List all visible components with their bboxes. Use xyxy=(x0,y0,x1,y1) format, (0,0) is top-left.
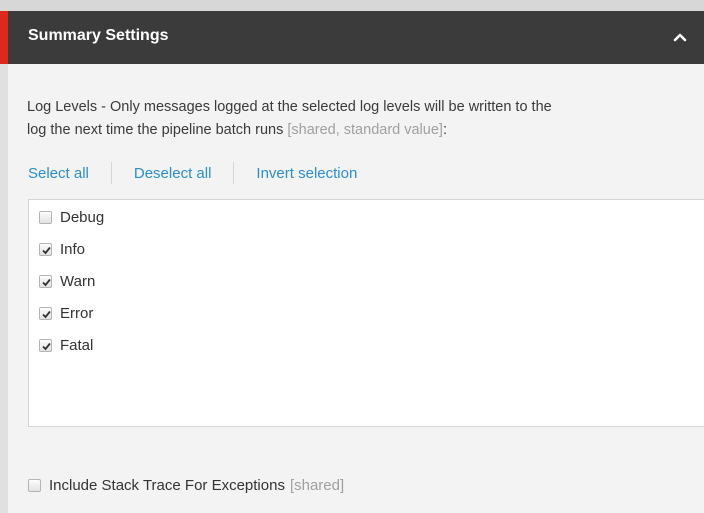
log-levels-description: Log Levels - Only messages logged at the… xyxy=(27,96,704,142)
invert-selection-link[interactable]: Invert selection xyxy=(256,165,357,182)
description-colon: : xyxy=(442,122,447,138)
select-all-link[interactable]: Select all xyxy=(28,165,89,182)
field-hint: [shared] xyxy=(289,477,345,494)
selection-actions: Select all Deselect all Invert selection xyxy=(28,162,357,184)
option-label: Debug xyxy=(60,209,105,226)
checkbox[interactable] xyxy=(39,275,52,288)
section-header[interactable]: Summary Settings xyxy=(0,11,704,64)
checkbox[interactable] xyxy=(39,243,52,256)
log-levels-checklist[interactable]: Debug Info Warn Error Fatal xyxy=(28,199,704,427)
description-line-1: Log Levels - Only messages logged at the… xyxy=(27,99,552,115)
description-line-2-text: log the next time the pipeline batch run… xyxy=(27,122,284,138)
checkmark-icon xyxy=(42,278,51,287)
top-strip xyxy=(0,0,704,11)
checkmark-icon xyxy=(42,342,51,351)
log-level-option-error[interactable]: Error xyxy=(39,305,93,322)
log-level-option-fatal[interactable]: Fatal xyxy=(39,337,93,354)
include-stack-trace-option[interactable]: Include Stack Trace For Exceptions [shar… xyxy=(28,477,344,494)
checkmark-icon xyxy=(42,310,51,319)
log-level-option-warn[interactable]: Warn xyxy=(39,273,95,290)
field-hint: [shared, standard value] xyxy=(287,122,443,138)
checkbox[interactable] xyxy=(39,339,52,352)
divider xyxy=(110,162,112,184)
chevron-up-icon[interactable] xyxy=(672,29,688,45)
option-label: Info xyxy=(60,241,86,258)
log-level-option-info[interactable]: Info xyxy=(39,241,85,258)
divider xyxy=(233,162,235,184)
option-label: Include Stack Trace For Exceptions xyxy=(49,477,285,494)
option-label: Fatal xyxy=(60,337,94,354)
checkbox[interactable] xyxy=(28,479,41,492)
deselect-all-link[interactable]: Deselect all xyxy=(134,165,212,182)
description-line-2: log the next time the pipeline batch run… xyxy=(27,119,704,142)
option-label: Error xyxy=(60,305,94,322)
checkbox[interactable] xyxy=(39,307,52,320)
section-title: Summary Settings xyxy=(28,27,169,44)
option-label: Warn xyxy=(60,273,96,290)
checkbox[interactable] xyxy=(39,211,52,224)
checkmark-icon xyxy=(42,246,51,255)
log-level-option-debug[interactable]: Debug xyxy=(39,209,104,226)
